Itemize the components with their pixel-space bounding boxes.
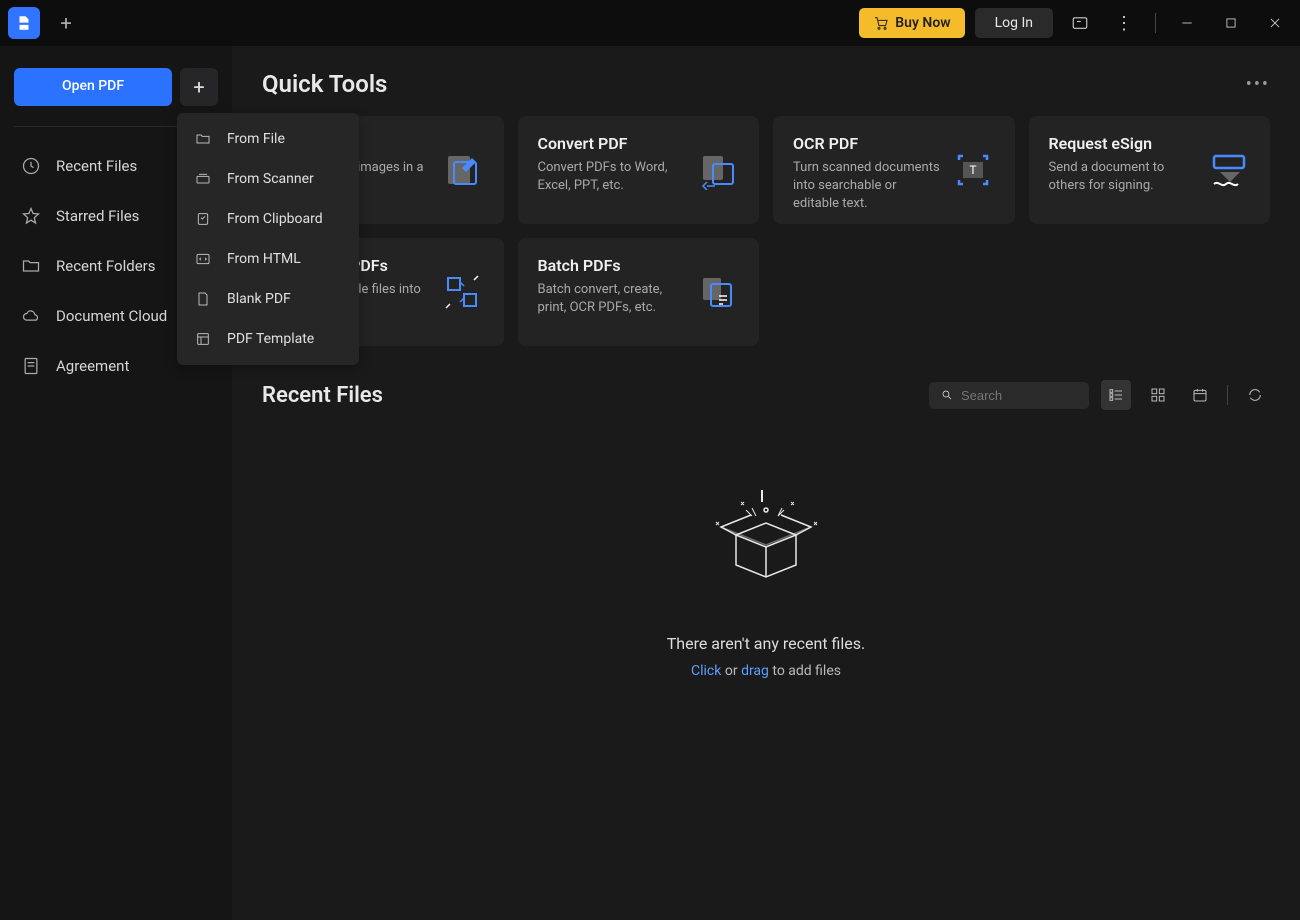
edit-icon: [440, 148, 484, 192]
list-view-button[interactable]: [1101, 380, 1131, 410]
tool-title: OCR PDF: [793, 134, 943, 153]
star-icon: [20, 205, 42, 227]
batch-icon: [695, 270, 739, 314]
tool-card-ocr-pdf[interactable]: OCR PDF Turn scanned documents into sear…: [773, 116, 1015, 224]
recent-files-title: Recent Files: [262, 383, 383, 408]
quick-tools-title: Quick Tools: [262, 70, 387, 98]
clock-icon: [20, 155, 42, 177]
tool-card-convert-pdf[interactable]: Convert PDF Convert PDFs to Word, Excel,…: [518, 116, 760, 224]
search-input[interactable]: [961, 388, 1077, 403]
kebab-menu-icon[interactable]: ⋮: [1107, 6, 1141, 40]
sidebar-item-label: Recent Folders: [56, 257, 156, 275]
dropdown-label: From Scanner: [227, 171, 314, 187]
maximize-button[interactable]: [1214, 6, 1248, 40]
search-box[interactable]: [929, 382, 1089, 409]
sidebar-item-label: Starred Files: [56, 207, 139, 225]
minimize-button[interactable]: [1170, 6, 1204, 40]
document-icon: [20, 355, 42, 377]
empty-text: There aren't any recent files.: [667, 634, 866, 653]
create-pdf-dropdown: From File From Scanner From Clipboard Fr…: [177, 113, 359, 365]
dropdown-from-clipboard[interactable]: From Clipboard: [177, 199, 359, 239]
folder-icon: [20, 255, 42, 277]
dropdown-from-scanner[interactable]: From Scanner: [177, 159, 359, 199]
svg-text:T: T: [969, 163, 976, 177]
dropdown-from-file[interactable]: From File: [177, 119, 359, 159]
create-pdf-button[interactable]: +: [180, 68, 218, 106]
tools-grid: Edit PDF Edit text and images in a PDF. …: [262, 116, 1270, 346]
content-area: Quick Tools ••• Edit PDF Edit text and i…: [232, 46, 1300, 920]
template-icon: [193, 329, 213, 349]
folder-icon: [193, 129, 213, 149]
open-pdf-label: Open PDF: [62, 78, 124, 94]
tool-title: Convert PDF: [538, 134, 688, 153]
dropdown-from-html[interactable]: From HTML: [177, 239, 359, 279]
tool-desc: Turn scanned documents into searchable o…: [793, 159, 943, 214]
tool-title: Batch PDFs: [538, 256, 688, 275]
blank-icon: [193, 289, 213, 309]
close-button[interactable]: [1258, 6, 1292, 40]
sidebar-item-label: Agreement: [56, 357, 129, 375]
scanner-icon: [193, 169, 213, 189]
tool-card-request-esign[interactable]: Request eSign Send a document to others …: [1029, 116, 1271, 224]
dropdown-label: From Clipboard: [227, 211, 323, 227]
refresh-button[interactable]: [1240, 380, 1270, 410]
ocr-icon: T: [951, 148, 995, 192]
drag-link[interactable]: drag: [741, 663, 769, 679]
dropdown-blank-pdf[interactable]: Blank PDF: [177, 279, 359, 319]
dropdown-pdf-template[interactable]: PDF Template: [177, 319, 359, 359]
combine-icon: [440, 270, 484, 314]
dropdown-label: From File: [227, 131, 285, 147]
dropdown-label: From HTML: [227, 251, 301, 267]
search-icon: [941, 388, 953, 402]
tool-title: Request eSign: [1049, 134, 1199, 153]
cart-icon: [873, 15, 889, 31]
tool-desc: Batch convert, create, print, OCR PDFs, …: [538, 281, 688, 317]
sidebar-item-label: Document Cloud: [56, 307, 167, 325]
clipboard-icon: [193, 209, 213, 229]
tool-desc: Convert PDFs to Word, Excel, PPT, etc.: [538, 159, 688, 195]
empty-subtext: Click or drag to add files: [691, 663, 841, 679]
sidebar-item-label: Recent Files: [56, 157, 137, 175]
esign-icon: [1206, 148, 1250, 192]
dropdown-label: PDF Template: [227, 331, 314, 347]
html-icon: [193, 249, 213, 269]
click-link[interactable]: Click: [691, 663, 721, 679]
tool-card-batch-pdfs[interactable]: Batch PDFs Batch convert, create, print,…: [518, 238, 760, 346]
buy-now-button[interactable]: Buy Now: [859, 8, 964, 38]
login-button[interactable]: Log In: [975, 8, 1053, 38]
empty-state: There aren't any recent files. Click or …: [262, 430, 1270, 679]
convert-icon: [695, 148, 739, 192]
dropdown-label: Blank PDF: [227, 291, 291, 307]
grid-view-button[interactable]: [1143, 380, 1173, 410]
titlebar: + Buy Now Log In ⋮: [0, 0, 1300, 46]
cloud-icon: [20, 305, 42, 327]
calendar-view-button[interactable]: [1185, 380, 1215, 410]
more-icon[interactable]: •••: [1246, 74, 1270, 95]
separator: [1227, 385, 1228, 405]
buy-now-label: Buy Now: [895, 15, 950, 31]
empty-box-icon: [696, 480, 836, 614]
new-tab-button[interactable]: +: [48, 5, 84, 41]
open-pdf-button[interactable]: Open PDF: [14, 68, 172, 106]
app-logo: [8, 7, 40, 39]
message-icon[interactable]: [1063, 6, 1097, 40]
tool-desc: Send a document to others for signing.: [1049, 159, 1199, 195]
login-label: Log In: [995, 15, 1033, 31]
separator: [1155, 13, 1156, 33]
